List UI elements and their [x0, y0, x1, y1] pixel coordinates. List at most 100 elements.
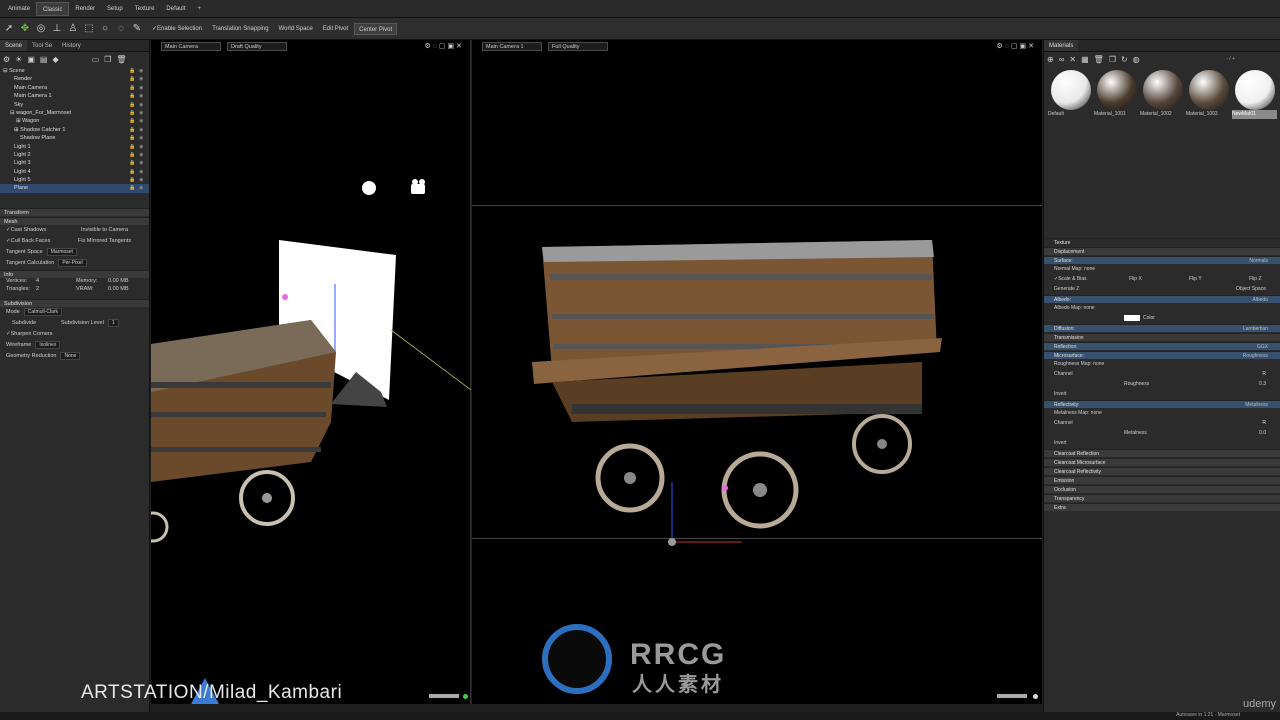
section-header[interactable]: Texture: [1044, 238, 1280, 246]
eye-icon[interactable]: ◉: [139, 126, 149, 134]
section-collapsed[interactable]: Transmission: [1044, 333, 1280, 341]
subdiv-level-input[interactable]: 1: [107, 319, 119, 328]
tree-item[interactable]: Light 5 🔒 ◉: [0, 176, 149, 184]
flip-checkbox[interactable]: Flip Z: [1249, 274, 1262, 284]
mesh-icon[interactable]: ◆: [52, 55, 58, 64]
lock-icon[interactable]: 🔒: [129, 92, 139, 100]
property-row[interactable]: Generate Z Object Space: [1044, 284, 1280, 294]
material-swatch[interactable]: Material_1003: [1186, 70, 1231, 119]
eye-icon[interactable]: ◉: [139, 84, 149, 92]
sharpen-corners-checkbox[interactable]: ✓Sharpen Corners: [6, 329, 53, 340]
tab-scene[interactable]: Scene: [0, 40, 28, 51]
menu-render[interactable]: Render: [69, 2, 101, 16]
person-icon[interactable]: ♙: [66, 22, 80, 36]
lock-icon[interactable]: 🔒: [129, 75, 139, 83]
link-icon[interactable]: ∞: [1059, 55, 1065, 64]
select-icon[interactable]: ➚: [2, 22, 16, 36]
lock-icon[interactable]: 🔒: [129, 184, 139, 192]
copy-icon[interactable]: ❐: [1109, 55, 1116, 64]
color-swatch[interactable]: [1124, 314, 1140, 321]
lock-icon[interactable]: 🔒: [129, 126, 139, 134]
eye-icon[interactable]: ◉: [139, 92, 149, 100]
gear-icon[interactable]: ⚙: [3, 55, 10, 64]
property-row[interactable]: Invert: [1044, 438, 1280, 448]
add-icon[interactable]: ⊕: [1047, 55, 1054, 64]
section-header[interactable]: Microsurface: Roughness: [1044, 351, 1280, 359]
tree-item[interactable]: Main Camera 1 🔒 ◉: [0, 92, 149, 100]
section-header[interactable]: Reflectivity: Metalness: [1044, 400, 1280, 408]
lock-icon[interactable]: 🔒: [129, 176, 139, 184]
folder-icon[interactable]: ▭: [92, 55, 100, 64]
lock-icon[interactable]: 🔒: [129, 109, 139, 117]
eye-icon[interactable]: ◉: [139, 109, 149, 117]
section-header[interactable]: Diffusion: Lambertian: [1044, 324, 1280, 332]
tree-item-selected[interactable]: Plane 🔒 ◉: [0, 184, 149, 193]
property-row[interactable]: Roughness Map: none: [1044, 359, 1280, 369]
section-transform[interactable]: Transform: [0, 207, 149, 216]
center-pivot-button[interactable]: Center Pivot: [354, 22, 398, 35]
tree-item[interactable]: ⊟ wagon_For_Marmoset 🔒 ◉: [0, 109, 149, 117]
grid-icon[interactable]: ▦: [1081, 55, 1089, 64]
eye-icon[interactable]: ◉: [139, 168, 149, 176]
tree-item[interactable]: ⊞ Shadow Catcher 1 🔒 ◉: [0, 126, 149, 134]
eye-icon[interactable]: ◉: [139, 151, 149, 159]
section-header[interactable]: Albedo: Albedo: [1044, 295, 1280, 303]
viewport-controls[interactable]: ⚙◌▢▣✕: [424, 42, 464, 50]
edit-pivot-button[interactable]: Edit Pivot: [319, 23, 352, 35]
eye-icon[interactable]: ◉: [139, 184, 149, 192]
mode-select[interactable]: Catmull-Clark: [23, 308, 63, 317]
menu-add[interactable]: +: [191, 2, 207, 16]
trash-icon[interactable]: 🗑: [1094, 55, 1104, 64]
section-mesh[interactable]: Mesh: [0, 216, 149, 225]
eye-icon[interactable]: ◉: [139, 176, 149, 184]
property-row[interactable]: Roughness 0.3: [1044, 379, 1280, 389]
cross-icon[interactable]: ✕: [1069, 55, 1076, 64]
eye-icon[interactable]: ◉: [139, 67, 149, 75]
tree-item[interactable]: Light 3 🔒 ◉: [0, 159, 149, 167]
lock-icon[interactable]: 🔒: [129, 143, 139, 151]
georeduce-select[interactable]: None: [60, 352, 81, 361]
tree-item[interactable]: Shadow Plane 🔒 ◉: [0, 134, 149, 142]
eye-icon[interactable]: ◉: [139, 134, 149, 142]
tab-tool-settings[interactable]: Tool Se: [27, 40, 57, 51]
tree-item[interactable]: Light 4 🔒 ◉: [0, 168, 149, 176]
trash-icon[interactable]: 🗑: [116, 55, 126, 64]
lock-icon[interactable]: 🔒: [129, 67, 139, 75]
material-swatch[interactable]: Material_1002: [1140, 70, 1185, 119]
lock-icon[interactable]: 🔒: [129, 159, 139, 167]
section-collapsed[interactable]: Occlusion: [1044, 485, 1280, 493]
menu-animate[interactable]: Animate: [2, 2, 36, 16]
property-row[interactable]: Color: [1044, 313, 1280, 323]
property-row[interactable]: Albedo Map: none: [1044, 303, 1280, 313]
scale-icon[interactable]: ⊥: [50, 22, 64, 36]
section-header[interactable]: Surface: Normals: [1044, 256, 1280, 264]
lasso-icon[interactable]: ◌: [114, 22, 128, 36]
wireframe-select[interactable]: Isolines: [35, 341, 61, 350]
property-row[interactable]: Channel R: [1044, 418, 1280, 428]
cast-shadows-checkbox[interactable]: ✓Cast Shadows: [6, 225, 81, 236]
enable-selection-toggle[interactable]: ✓Enable Selection: [148, 23, 206, 35]
tab-materials[interactable]: Materials: [1044, 40, 1079, 51]
section-collapsed[interactable]: Transparency: [1044, 494, 1280, 502]
tangent-calc-select[interactable]: Per-Pixel: [58, 259, 87, 268]
lock-icon[interactable]: 🔒: [129, 117, 139, 125]
section-header[interactable]: Reflection: GGX: [1044, 342, 1280, 350]
property-row[interactable]: Metalness 0.0: [1044, 428, 1280, 438]
property-row[interactable]: Normal Map: none: [1044, 264, 1280, 274]
flip-checkbox[interactable]: Flip X: [1129, 274, 1142, 284]
section-collapsed[interactable]: Clearcoat Microsurface: [1044, 458, 1280, 466]
viewport-controls[interactable]: ⚙◌▢▣✕: [996, 42, 1036, 50]
translation-snapping-toggle[interactable]: Translation Snapping: [208, 23, 272, 35]
tree-item[interactable]: Sky 🔒 ◉: [0, 101, 149, 109]
invisible-camera-checkbox[interactable]: Invisible to Camera: [81, 225, 128, 236]
eye-icon[interactable]: ◉: [139, 101, 149, 109]
tab-history[interactable]: History: [57, 40, 86, 51]
property-row[interactable]: Channel R: [1044, 369, 1280, 379]
lock-icon[interactable]: 🔒: [129, 134, 139, 142]
menu-texture[interactable]: Texture: [129, 2, 161, 16]
tree-item[interactable]: ⊟ Scene 🔒 ◉: [0, 67, 149, 75]
tangent-space-select[interactable]: Marmoset: [46, 248, 77, 257]
eye-icon[interactable]: ◉: [139, 75, 149, 83]
globe-icon[interactable]: ◍: [1133, 55, 1140, 64]
lock-icon[interactable]: 🔒: [129, 84, 139, 92]
